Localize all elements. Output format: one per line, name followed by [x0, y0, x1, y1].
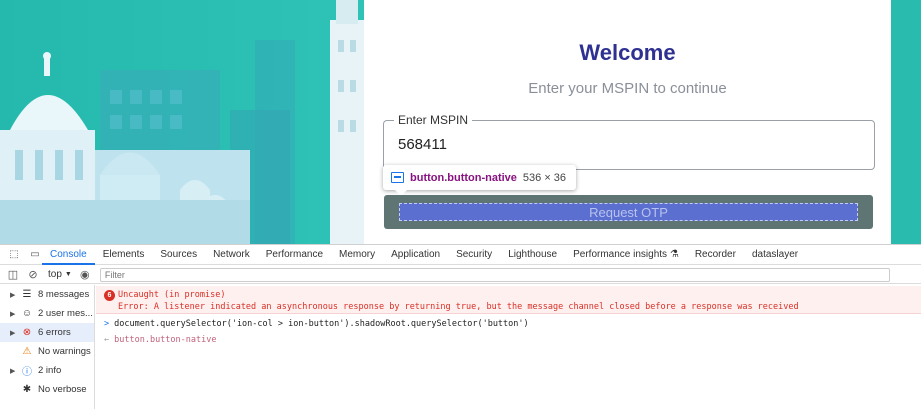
expand-arrow-icon: ▶ — [10, 367, 16, 375]
tab-security[interactable]: Security — [448, 245, 500, 265]
console-filter-input[interactable] — [99, 267, 890, 282]
tooltip-size: 536 × 36 — [522, 171, 567, 184]
caret-down-icon: ▼ — [64, 271, 72, 278]
tab-recorder[interactable]: Recorder — [687, 245, 744, 265]
mspin-field[interactable]: Enter MSPIN — [383, 113, 875, 170]
eye-icon[interactable]: ◉ — [78, 268, 92, 282]
expand-arrow-icon: ▶ — [10, 329, 16, 337]
error-text: Error: A listener indicated an asynchron… — [118, 302, 799, 312]
console-result[interactable]: ← button.button-native — [104, 335, 216, 345]
tab-dataslayer[interactable]: dataslayer — [744, 245, 806, 265]
device-toolbar-icon[interactable]: ▭ — [28, 249, 42, 261]
tab-performance[interactable]: Performance — [258, 245, 331, 265]
inspect-element-icon[interactable]: ⬚ — [7, 249, 21, 261]
result-text: button.button-native — [114, 335, 217, 345]
welcome-heading: Welcome — [579, 40, 676, 65]
user-icon: ☺ — [21, 308, 33, 319]
tab-lighthouse[interactable]: Lighthouse — [500, 245, 565, 265]
error-title-line: 6 Uncaught (in promise) — [104, 290, 225, 301]
inspect-element-tooltip: button.button-native 536 × 36 — [383, 165, 577, 196]
context-value: top — [48, 269, 62, 280]
console-error-message[interactable]: 6 Uncaught (in promise) Error: A listener… — [96, 286, 921, 314]
background-right-strip — [891, 0, 921, 244]
sidebar-item-label: 6 errors — [38, 327, 71, 338]
command-text: document.querySelector('ion-col > ion-bu… — [114, 319, 529, 329]
skyline-illustration — [0, 0, 364, 244]
tab-performance-insights-label: Performance insights — [573, 248, 668, 260]
expand-arrow-icon: ▶ — [10, 291, 16, 299]
devtools-panel: ⬚ ▭ Console Elements Sources Network Per… — [0, 244, 921, 409]
expand-arrow-icon: ▶ — [10, 310, 16, 318]
error-count-badge: 6 — [104, 290, 115, 301]
console-output: 6 Uncaught (in promise) Error: A listener… — [96, 285, 921, 409]
bug-icon: ✱ — [22, 384, 32, 395]
console-command: > document.querySelector('ion-col > ion-b… — [104, 319, 529, 329]
info-icon: ⓘ — [22, 367, 32, 378]
request-otp-label: Request OTP — [589, 204, 668, 220]
sidebar-item-warnings[interactable]: ⚠ No warnings — [0, 342, 94, 361]
console-sidebar: ▶ ☰ 8 messages ▶ ☺ 2 user mes... ▶ ⊗ 6 e… — [0, 285, 95, 409]
element-grid-icon — [391, 172, 404, 183]
result-arrow-icon: ← — [104, 335, 110, 345]
prompt-chevron-icon: > — [104, 319, 110, 329]
tab-elements[interactable]: Elements — [95, 245, 153, 265]
tab-memory[interactable]: Memory — [331, 245, 383, 265]
context-selector[interactable]: top ▼ — [48, 269, 72, 280]
tab-network[interactable]: Network — [205, 245, 258, 265]
sidebar-item-label: 8 messages — [38, 289, 90, 300]
console-toolbar: ◫ ⊘ top ▼ ◉ — [0, 266, 921, 284]
tab-console[interactable]: Console — [42, 245, 95, 265]
tab-performance-insights[interactable]: Performance insights ⚗ — [565, 245, 687, 265]
devtools-tab-bar: ⬚ ▭ Console Elements Sources Network Per… — [0, 245, 921, 265]
sidebar-item-label: 2 info — [38, 365, 62, 376]
app-viewport: Welcome Enter your MSPIN to continue Ent… — [0, 0, 921, 244]
warning-icon: ⚠ — [22, 346, 32, 357]
flask-icon: ⚗ — [669, 248, 679, 260]
login-subtitle: Enter your MSPIN to continue — [528, 80, 727, 97]
error-icon: ⊗ — [22, 327, 32, 338]
tab-application[interactable]: Application — [383, 245, 448, 265]
sidebar-item-label: No verbose — [38, 384, 87, 395]
sidebar-item-messages[interactable]: ▶ ☰ 8 messages — [0, 285, 94, 304]
sidebar-item-verbose[interactable]: ✱ No verbose — [0, 380, 94, 399]
sidebar-item-errors[interactable]: ▶ ⊗ 6 errors — [0, 323, 94, 342]
tooltip-selector: button.button-native — [410, 171, 517, 184]
list-icon: ☰ — [22, 289, 32, 300]
sidebar-item-info[interactable]: ▶ ⓘ 2 info — [0, 361, 94, 380]
tab-sources[interactable]: Sources — [152, 245, 205, 265]
mspin-field-label: Enter MSPIN — [394, 113, 473, 127]
sidebar-item-label: No warnings — [38, 346, 91, 357]
login-card: Welcome Enter your MSPIN to continue Ent… — [364, 0, 891, 244]
request-otp-button[interactable]: Request OTP — [399, 203, 858, 221]
sidebar-item-user-messages[interactable]: ▶ ☺ 2 user mes... — [0, 304, 94, 323]
clear-console-icon[interactable]: ⊘ — [26, 268, 40, 282]
error-title: Uncaught (in promise) — [118, 290, 226, 300]
request-otp-button-host: Request OTP — [384, 195, 873, 229]
sidebar-item-label: 2 user mes... — [38, 308, 93, 319]
mspin-input[interactable] — [398, 136, 698, 153]
sidebar-toggle-icon[interactable]: ◫ — [6, 268, 20, 282]
